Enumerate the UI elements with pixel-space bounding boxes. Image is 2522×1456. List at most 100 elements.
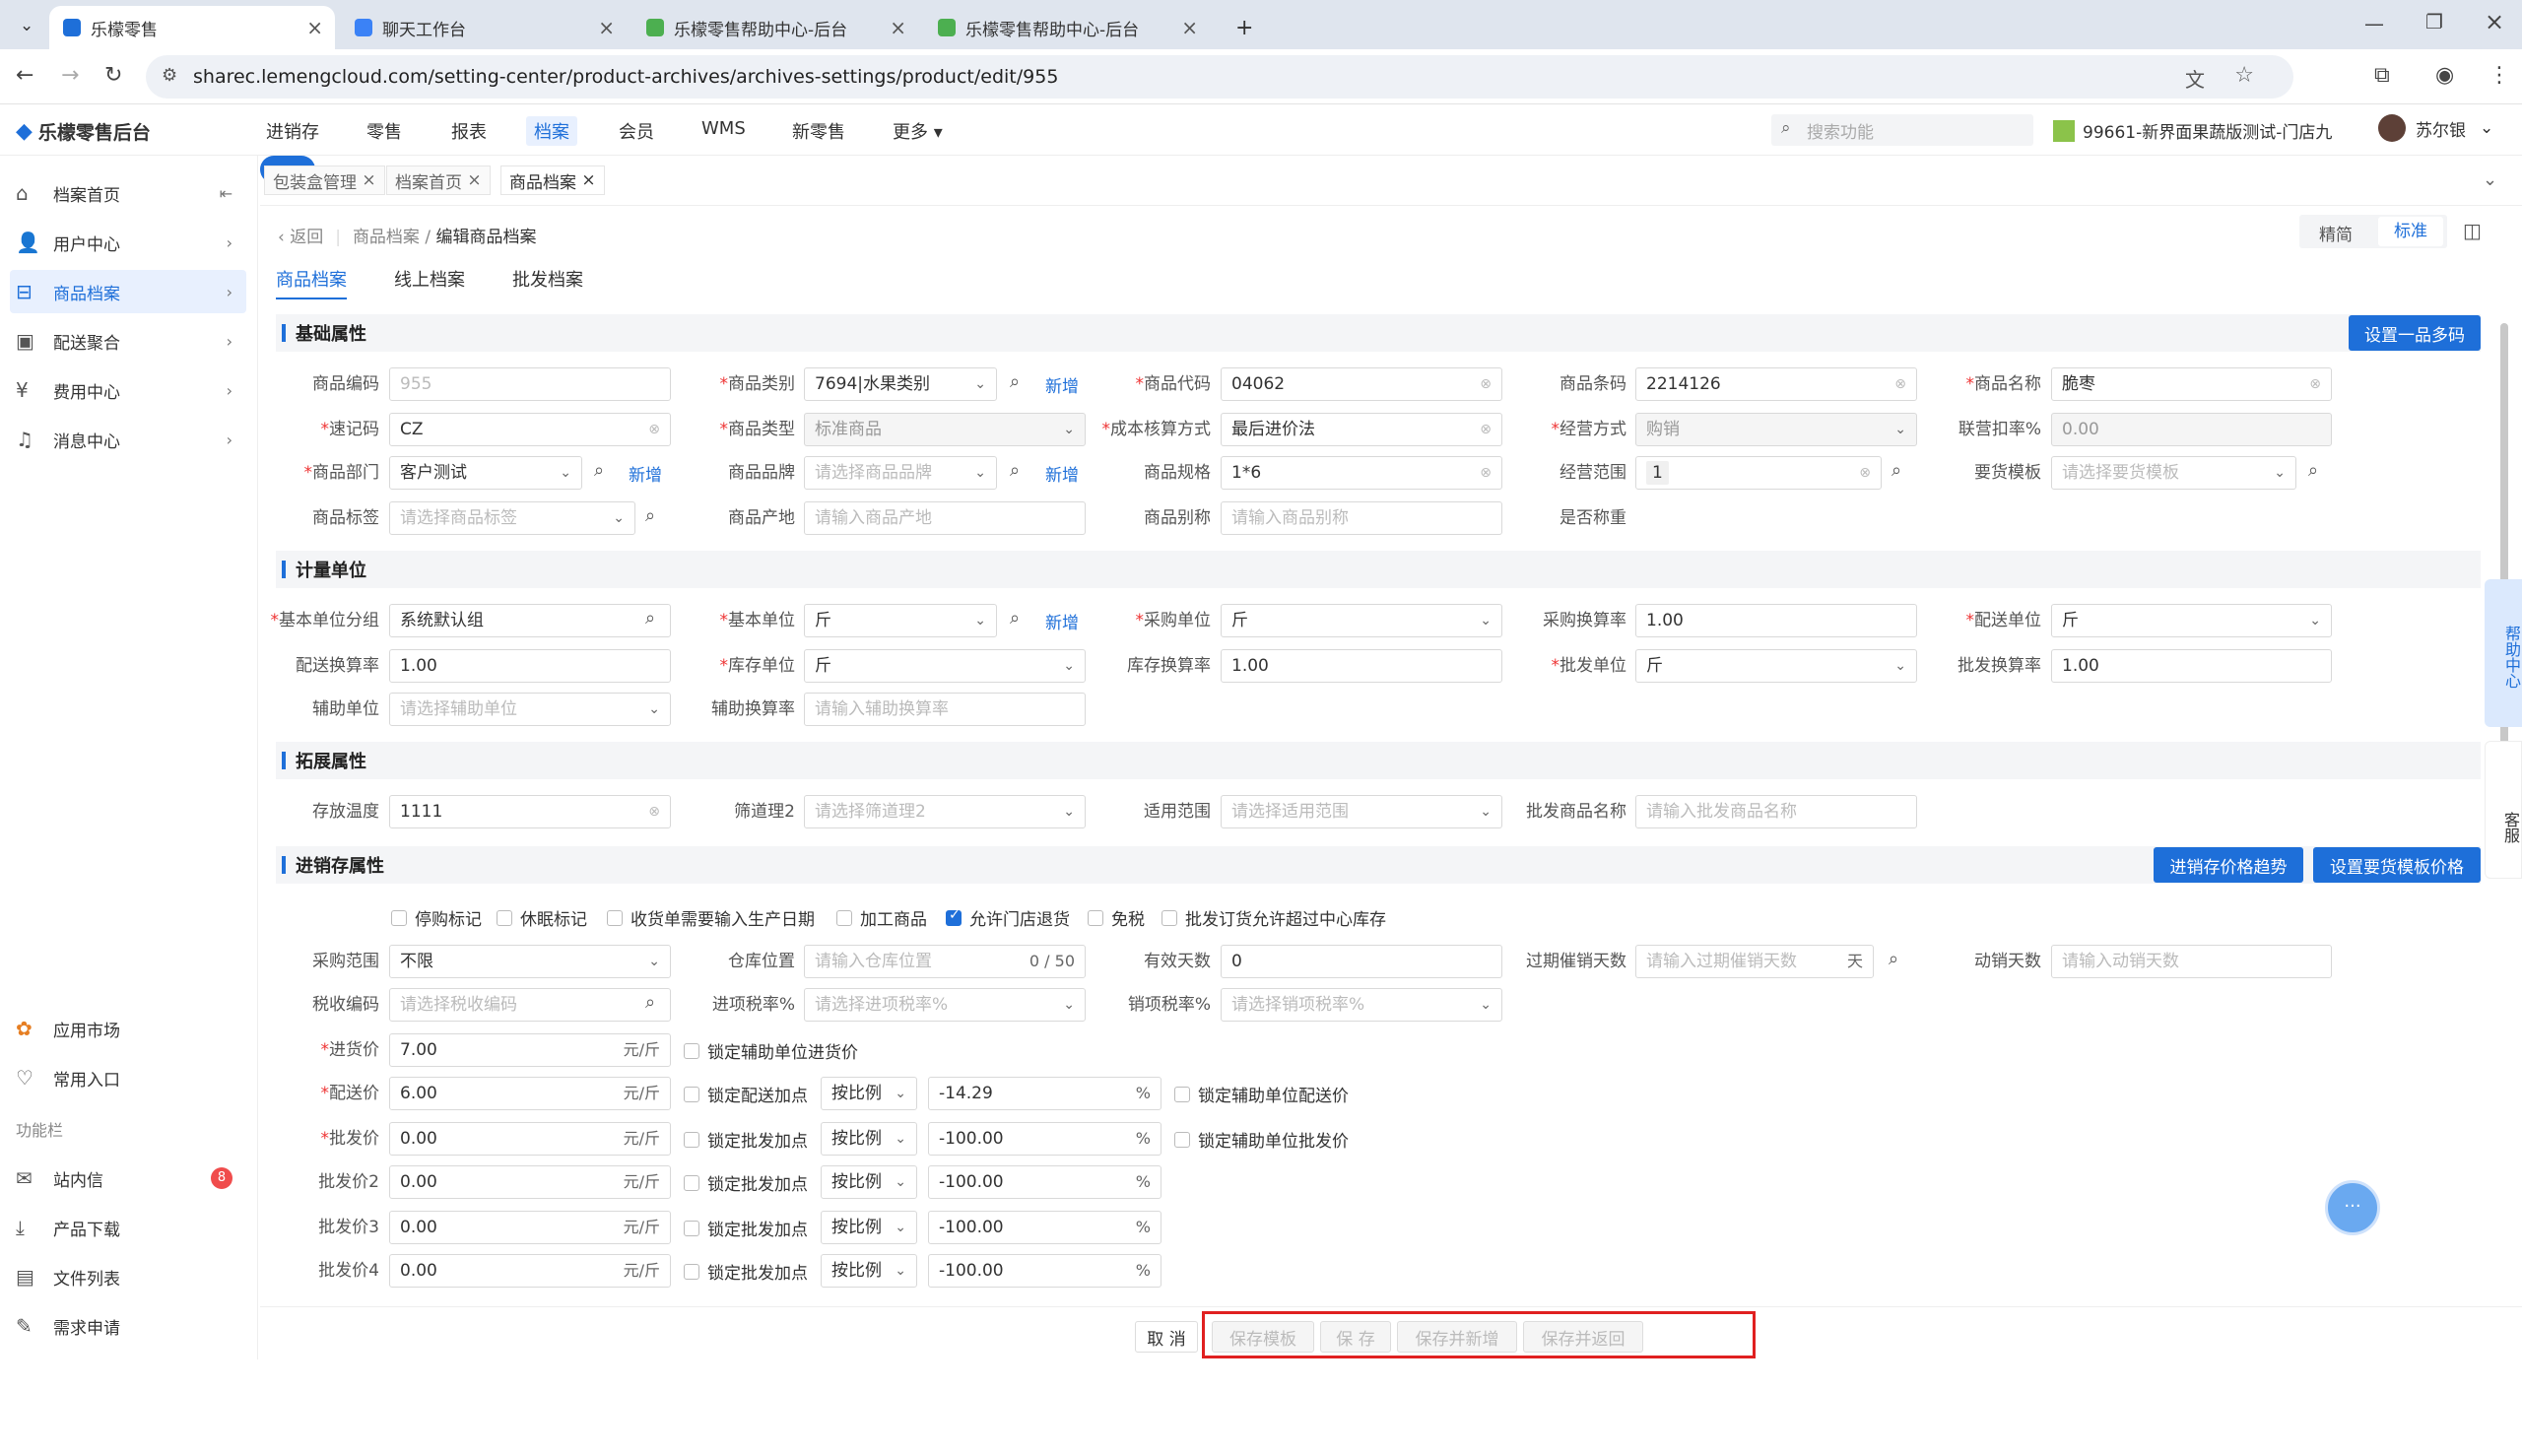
- search-icon[interactable]: ⌕: [2308, 460, 2318, 481]
- checkbox-option[interactable]: 停购标记: [391, 905, 482, 930]
- checkbox-option[interactable]: 休眠标记: [497, 905, 587, 930]
- browser-tab[interactable]: 聊天工作台 ×: [341, 6, 627, 49]
- breadcrumb-parent[interactable]: 商品档案: [353, 228, 420, 247]
- markup-percent-input[interactable]: -100.00%: [928, 1122, 1161, 1156]
- checkbox-box[interactable]: [1174, 1086, 1190, 1102]
- price-input[interactable]: 0.00 元/斤: [389, 1122, 671, 1156]
- expire-days-input[interactable]: 请输入过期催销天数天: [1635, 945, 1874, 978]
- checkbox-box[interactable]: [607, 909, 623, 926]
- checkbox-box[interactable]: [1088, 909, 1103, 926]
- nav-item-active[interactable]: 档案: [526, 116, 577, 146]
- wholesale-name-input[interactable]: 请输入批发商品名称: [1635, 795, 1917, 828]
- checkbox-box[interactable]: [836, 909, 852, 926]
- url-field[interactable]: ⚙ sharec.lemengcloud.com/setting-center/p…: [146, 55, 2293, 99]
- checkbox-box[interactable]: [1174, 1131, 1190, 1148]
- lock-checkbox[interactable]: 锁定辅助单位进货价: [684, 1038, 858, 1063]
- checkbox-box[interactable]: [1161, 909, 1177, 926]
- markup-mode-select[interactable]: 按比例 ⌄: [821, 1165, 917, 1199]
- nav-item[interactable]: 会员: [611, 116, 662, 146]
- close-icon[interactable]: ×: [362, 170, 375, 190]
- save-and-new-button[interactable]: 保存并新增: [1397, 1321, 1517, 1353]
- collapse-sidebar-icon[interactable]: ⇤: [220, 184, 232, 203]
- browser-menu-icon[interactable]: ⋮: [2489, 63, 2510, 88]
- browser-tab[interactable]: 乐檬零售 ×: [49, 6, 335, 49]
- request-template-select[interactable]: 请选择要货模板 ⌄: [2051, 456, 2296, 490]
- nav-more[interactable]: 更多 ▾: [885, 116, 951, 146]
- delivery-unit-select[interactable]: 斤 ⌄: [2051, 604, 2332, 637]
- checkbox-option[interactable]: 免税: [1088, 905, 1145, 930]
- page-tab[interactable]: 档案首页 ×: [386, 165, 491, 195]
- checkbox-box[interactable]: [684, 1042, 699, 1059]
- markup-percent-input[interactable]: -100.00%: [928, 1165, 1161, 1199]
- sidebar-item-product-archive[interactable]: ⊟ 商品档案 ›: [10, 270, 246, 313]
- lock-checkbox[interactable]: 锁定批发加点: [684, 1216, 808, 1240]
- lock-aux-checkbox[interactable]: 锁定辅助单位配送价: [1174, 1082, 1349, 1106]
- sidebar-item-request[interactable]: ✎ 需求申请: [10, 1304, 246, 1348]
- markup-mode-select[interactable]: 按比例 ⌄: [821, 1077, 917, 1110]
- brand-select[interactable]: 请选择商品品牌 ⌄: [804, 456, 997, 490]
- nav-item[interactable]: 报表: [443, 116, 495, 146]
- markup-mode-select[interactable]: 按比例 ⌄: [821, 1211, 917, 1244]
- assistant-bubble[interactable]: ···: [2325, 1180, 2380, 1235]
- translate-icon[interactable]: 文: [2185, 64, 2205, 93]
- checkbox-box[interactable]: [684, 1086, 699, 1102]
- close-icon[interactable]: ×: [581, 170, 595, 190]
- category-select[interactable]: 7694|水果类别 ⌄: [804, 367, 997, 401]
- subtab-product[interactable]: 商品档案: [276, 266, 347, 299]
- price-input[interactable]: 0.00 元/斤: [389, 1165, 671, 1199]
- back-arrow-icon[interactable]: ←: [16, 63, 33, 88]
- checkbox-box[interactable]: [946, 907, 962, 926]
- customer-service-float[interactable]: 客服: [2485, 741, 2522, 879]
- minimize-icon[interactable]: —: [2364, 12, 2384, 35]
- price-input[interactable]: 7.00 元/斤: [389, 1033, 671, 1067]
- markup-percent-input[interactable]: -100.00%: [928, 1211, 1161, 1244]
- checkbox-box[interactable]: [684, 1131, 699, 1148]
- browser-tab[interactable]: 乐檬零售帮助中心-后台 ×: [632, 6, 918, 49]
- forward-arrow-icon[interactable]: →: [61, 63, 79, 88]
- mode-simple[interactable]: 精简: [2319, 221, 2353, 245]
- base-unit-select[interactable]: 斤 ⌄: [804, 604, 997, 637]
- bookmark-star-icon[interactable]: ☆: [2234, 63, 2254, 88]
- markup-mode-select[interactable]: 按比例 ⌄: [821, 1254, 917, 1288]
- profile-icon[interactable]: ◉: [2435, 63, 2454, 88]
- price-trend-button[interactable]: 进销存价格趋势: [2154, 847, 2303, 883]
- checkbox-box[interactable]: [684, 1263, 699, 1280]
- lock-checkbox[interactable]: 锁定批发加点: [684, 1259, 808, 1284]
- store-selector[interactable]: 99661-新界面果蔬版测试-门店九: [2053, 118, 2332, 143]
- checkbox-box[interactable]: [684, 1220, 699, 1236]
- checkbox-option[interactable]: 允许门店退货: [946, 905, 1070, 930]
- maximize-icon[interactable]: ❐: [2425, 10, 2443, 33]
- lock-checkbox[interactable]: 锁定批发加点: [684, 1127, 808, 1152]
- multi-code-button[interactable]: 设置一品多码: [2349, 315, 2481, 351]
- lock-checkbox[interactable]: 锁定配送加点: [684, 1082, 808, 1106]
- clear-icon[interactable]: ⊗: [2309, 368, 2321, 400]
- sidebar-item-user-center[interactable]: 👤 用户中心 ›: [10, 221, 246, 264]
- joint-rate-input[interactable]: 0.00: [2051, 413, 2332, 446]
- close-icon[interactable]: ×: [467, 170, 481, 190]
- template-price-button[interactable]: 设置要货模板价格: [2313, 847, 2481, 883]
- user-menu[interactable]: 苏尔银 ⌄: [2378, 114, 2493, 142]
- checkbox-option[interactable]: 批发订货允许超过中心库存: [1161, 905, 1386, 930]
- site-info-icon[interactable]: ⚙: [162, 65, 177, 86]
- checkbox-box[interactable]: [684, 1174, 699, 1191]
- extensions-icon[interactable]: ⧉: [2374, 63, 2390, 88]
- move-days-input[interactable]: 请输入动销天数: [2051, 945, 2332, 978]
- browser-tab[interactable]: 乐檬零售帮助中心-后台 ×: [924, 6, 1210, 49]
- price-input[interactable]: 6.00 元/斤: [389, 1077, 671, 1110]
- output-tax-select[interactable]: 请选择销项税率% ⌄: [1221, 988, 1502, 1022]
- save-button[interactable]: 保 存: [1320, 1321, 1391, 1353]
- window-close-icon[interactable]: ×: [2485, 8, 2504, 35]
- feature-search[interactable]: ⌕ 搜索功能: [1771, 114, 2033, 146]
- nav-item[interactable]: 进销存: [258, 116, 327, 146]
- lock-aux-checkbox[interactable]: 锁定辅助单位批发价: [1174, 1127, 1349, 1152]
- save-and-return-button[interactable]: 保存并返回: [1523, 1321, 1643, 1353]
- checkbox-option[interactable]: 加工商品: [836, 905, 927, 930]
- scrollbar[interactable]: [2498, 303, 2510, 1456]
- subtab-wholesale[interactable]: 批发档案: [512, 266, 583, 292]
- price-input[interactable]: 0.00 元/斤: [389, 1254, 671, 1288]
- nav-item[interactable]: 新零售: [784, 116, 853, 146]
- close-icon[interactable]: ×: [598, 16, 615, 39]
- lock-checkbox[interactable]: 锁定批发加点: [684, 1170, 808, 1195]
- wholesale-rate-input[interactable]: 1.00: [2051, 649, 2332, 683]
- price-input[interactable]: 0.00 元/斤: [389, 1211, 671, 1244]
